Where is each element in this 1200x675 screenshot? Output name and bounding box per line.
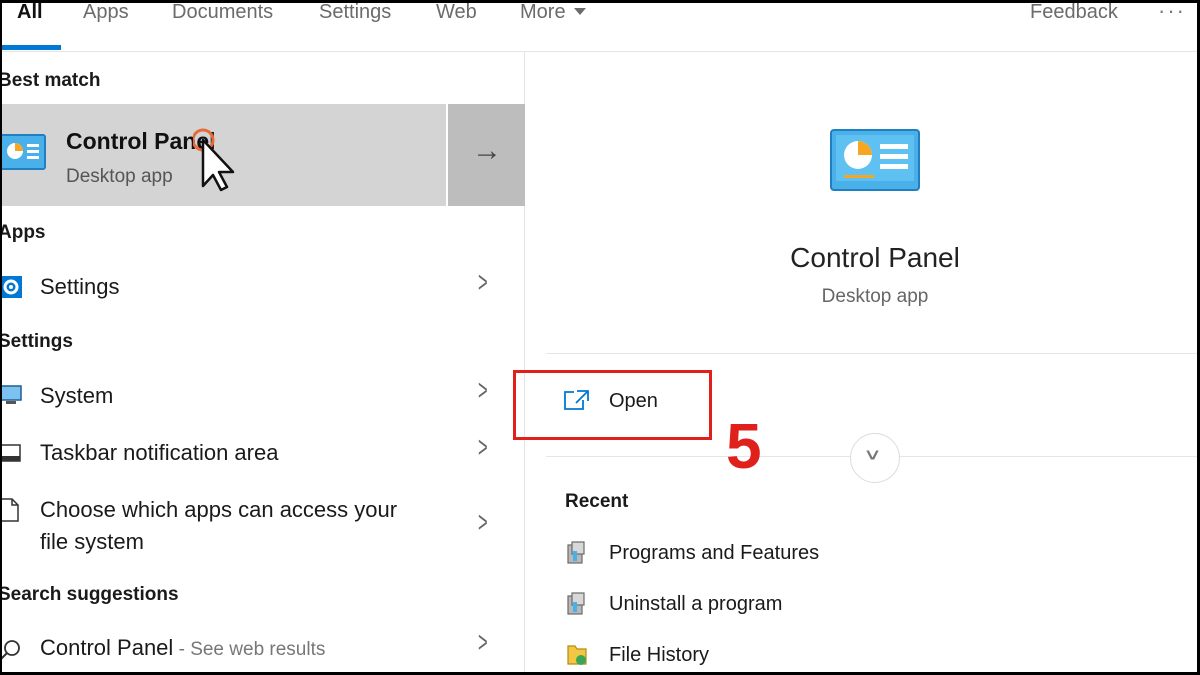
file-history-icon — [567, 645, 587, 665]
details-subtitle: Desktop app — [821, 286, 929, 307]
tab-more[interactable]: More — [520, 0, 586, 24]
expand-button[interactable]: ∨ — [850, 433, 900, 483]
settings-item-file-system-access[interactable]: Choose which apps can access your file s… — [0, 492, 525, 562]
suggestion-label: Control Panel — [40, 635, 174, 660]
monitor-icon — [0, 385, 22, 404]
settings-gear-icon — [0, 276, 22, 298]
divider — [546, 353, 1200, 354]
tab-documents[interactable]: Documents — [172, 0, 273, 24]
best-match-subtitle: Desktop app — [66, 166, 173, 187]
document-icon — [0, 498, 19, 522]
chevron-down-icon: ∨ — [863, 445, 883, 464]
apps-heading: Apps — [0, 222, 46, 243]
settings-item-label: System — [40, 383, 114, 408]
app-item-label: Settings — [40, 274, 120, 299]
caret-down-icon — [573, 8, 586, 15]
tab-apps[interactable]: Apps — [83, 0, 129, 24]
suggestion-hint: - See web results — [173, 639, 326, 660]
search-icon — [0, 640, 20, 660]
recent-heading: Recent — [565, 491, 629, 512]
mouse-cursor-icon — [193, 128, 235, 192]
best-match-heading: Best match — [0, 70, 101, 91]
results-list: Best match Control Panel Desktop app → A… — [0, 52, 525, 675]
app-item-settings[interactable]: Settings > — [0, 266, 525, 312]
tab-web[interactable]: Web — [436, 0, 477, 24]
control-panel-icon — [0, 134, 46, 170]
recent-item-programs-and-features[interactable]: Programs and Features — [609, 542, 819, 565]
tab-more-label: More — [520, 1, 566, 23]
suggestion-item[interactable]: Control Panel - See web results > — [0, 626, 525, 674]
more-options-icon[interactable]: ··· — [1158, 0, 1186, 24]
tab-settings[interactable]: Settings — [319, 0, 391, 24]
programs-icon — [567, 592, 585, 615]
suggestion-text: Control Panel - See web results — [40, 632, 325, 666]
settings-item-label-line1: Choose which apps can access your — [40, 497, 398, 522]
chevron-right-icon: > — [477, 506, 488, 539]
open-external-icon — [564, 390, 589, 410]
search-suggestions-heading: Search suggestions — [0, 584, 179, 605]
arrow-right-icon: → — [472, 134, 502, 167]
settings-item-label: Taskbar notification area — [40, 440, 279, 465]
active-tab-indicator — [2, 45, 61, 50]
details-pane: Control Panel Desktop app — [526, 52, 1200, 675]
settings-item-system[interactable]: System > — [0, 374, 525, 422]
chevron-right-icon: > — [477, 266, 488, 299]
taskbar-icon — [0, 444, 21, 462]
open-details-button[interactable]: → — [448, 104, 525, 206]
control-panel-large-icon — [830, 129, 920, 191]
feedback-button[interactable]: Feedback — [1030, 0, 1118, 24]
chevron-right-icon: > — [477, 626, 488, 659]
settings-item-label-line2: file system — [40, 529, 144, 554]
recent-item-file-history[interactable]: File History — [609, 644, 709, 667]
open-button[interactable]: Open — [609, 390, 658, 413]
search-tab-bar: All Apps Documents Settings Web More Fee… — [0, 0, 1200, 52]
settings-heading: Settings — [0, 331, 73, 352]
settings-item-taskbar[interactable]: Taskbar notification area > — [0, 431, 525, 479]
programs-icon — [567, 541, 585, 564]
step-number: 5 — [726, 410, 762, 482]
chevron-right-icon: > — [477, 431, 488, 464]
details-title: Control Panel — [790, 242, 960, 273]
recent-item-uninstall-a-program[interactable]: Uninstall a program — [609, 593, 782, 616]
chevron-right-icon: > — [477, 374, 488, 407]
tab-all[interactable]: All — [17, 0, 43, 24]
